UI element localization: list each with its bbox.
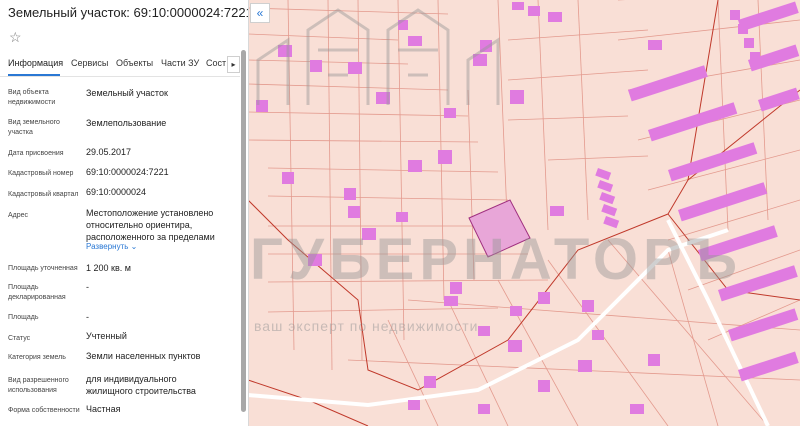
value-permitted-use: для индивидуального жилищного строительс… — [86, 374, 196, 396]
building — [548, 12, 562, 22]
building — [510, 306, 522, 316]
label-assignment-date: Дата присвоения — [8, 150, 64, 157]
value-parcel-type: Землепользование — [86, 118, 167, 128]
value-cadastral-number: 69:10:0000024:7221 — [86, 167, 169, 177]
collapse-panel-button[interactable]: « — [250, 3, 270, 23]
expand-label[interactable]: Развернуть — [86, 242, 128, 251]
label-address: Адрес — [8, 212, 29, 219]
building — [408, 400, 420, 410]
panel-scrollbar[interactable] — [241, 50, 246, 412]
label-land-category: Категория земель — [8, 354, 66, 361]
value-cadastral-quarter: 69:10:0000024 — [86, 187, 147, 197]
building — [738, 24, 748, 34]
building — [478, 404, 490, 414]
building — [512, 2, 524, 10]
building — [750, 52, 760, 62]
value-status: Учтенный — [86, 331, 127, 341]
building — [478, 326, 490, 336]
cadastral-map[interactable]: ГУБЕРНАТОРЪ ваш эксперт по недвижимости — [248, 0, 800, 426]
building-row — [595, 168, 612, 181]
building — [282, 172, 294, 184]
value-ownership: Частная — [86, 404, 121, 414]
building — [396, 212, 408, 222]
building-row — [727, 308, 799, 342]
value-area-specified: 1 200 кв. м — [86, 263, 131, 273]
value-assignment-date: 29.05.2017 — [86, 147, 132, 157]
building — [630, 404, 644, 414]
building-row — [668, 142, 758, 182]
building-row — [758, 87, 800, 112]
building-row — [599, 192, 616, 205]
tab-services[interactable]: Сервисы — [71, 58, 108, 68]
tabs-scroll-right-icon[interactable]: ▸ — [227, 56, 240, 73]
label-permitted-use: Вид разрешенного использования — [8, 377, 69, 394]
label-status: Статус — [8, 335, 31, 342]
label-object-type: Вид объекта недвижимости — [8, 89, 56, 106]
building — [438, 150, 452, 164]
active-tab-indicator — [8, 74, 60, 76]
building — [424, 376, 436, 388]
tab-state[interactable]: Сост — [206, 58, 226, 68]
building — [578, 360, 592, 372]
chevron-down-icon[interactable]: ⌄ — [131, 242, 138, 251]
info-panel: Земельный участок: 69:10:0000024:7221 ☆ … — [0, 0, 249, 426]
value-object-type: Земельный участок — [86, 88, 168, 98]
building — [444, 296, 458, 306]
building — [730, 10, 740, 20]
value-land-category: Земли населенных пунктов — [86, 351, 201, 361]
building — [592, 330, 604, 340]
building — [344, 188, 356, 200]
expand-address-link[interactable]: Развернуть ⌄ — [86, 242, 137, 251]
value-address: Местоположение установлено относительно … — [86, 208, 215, 242]
watermark-emblem-icon — [256, 8, 500, 105]
tab-info[interactable]: Информация — [8, 58, 63, 68]
tab-objects[interactable]: Объекты — [116, 58, 153, 68]
label-area: Площадь — [8, 314, 39, 321]
building — [408, 160, 422, 172]
building-row — [738, 351, 799, 382]
building — [648, 40, 662, 50]
building — [508, 340, 522, 352]
watermark-subtitle: ваш эксперт по недвижимости — [254, 318, 479, 334]
label-area-declared: Площадь декларированная — [8, 284, 66, 301]
building — [538, 292, 550, 304]
favorite-star-icon[interactable]: ☆ — [9, 30, 22, 44]
label-parcel-type: Вид земельного участка — [8, 119, 60, 136]
building — [550, 206, 564, 216]
label-area-specified: Площадь уточненная — [8, 265, 78, 272]
watermark-text: ГУБЕРНАТОРЪ — [250, 227, 743, 292]
building — [744, 38, 754, 48]
value-area-declared: - — [86, 282, 89, 292]
label-cadastral-quarter: Кадастровый квартал — [8, 191, 79, 198]
building-row — [601, 204, 618, 217]
building — [582, 300, 594, 312]
building — [510, 90, 524, 104]
label-cadastral-number: Кадастровый номер — [8, 170, 74, 177]
building — [528, 6, 540, 16]
building — [648, 354, 660, 366]
building — [348, 206, 360, 218]
building — [538, 380, 550, 392]
tab-parts[interactable]: Части ЗУ — [161, 58, 199, 68]
panel-title: Земельный участок: 69:10:0000024:7221 — [8, 5, 249, 20]
building-row — [597, 180, 614, 193]
label-ownership: Форма собственности — [8, 407, 80, 414]
value-area: - — [86, 312, 89, 322]
building-row — [678, 182, 768, 222]
